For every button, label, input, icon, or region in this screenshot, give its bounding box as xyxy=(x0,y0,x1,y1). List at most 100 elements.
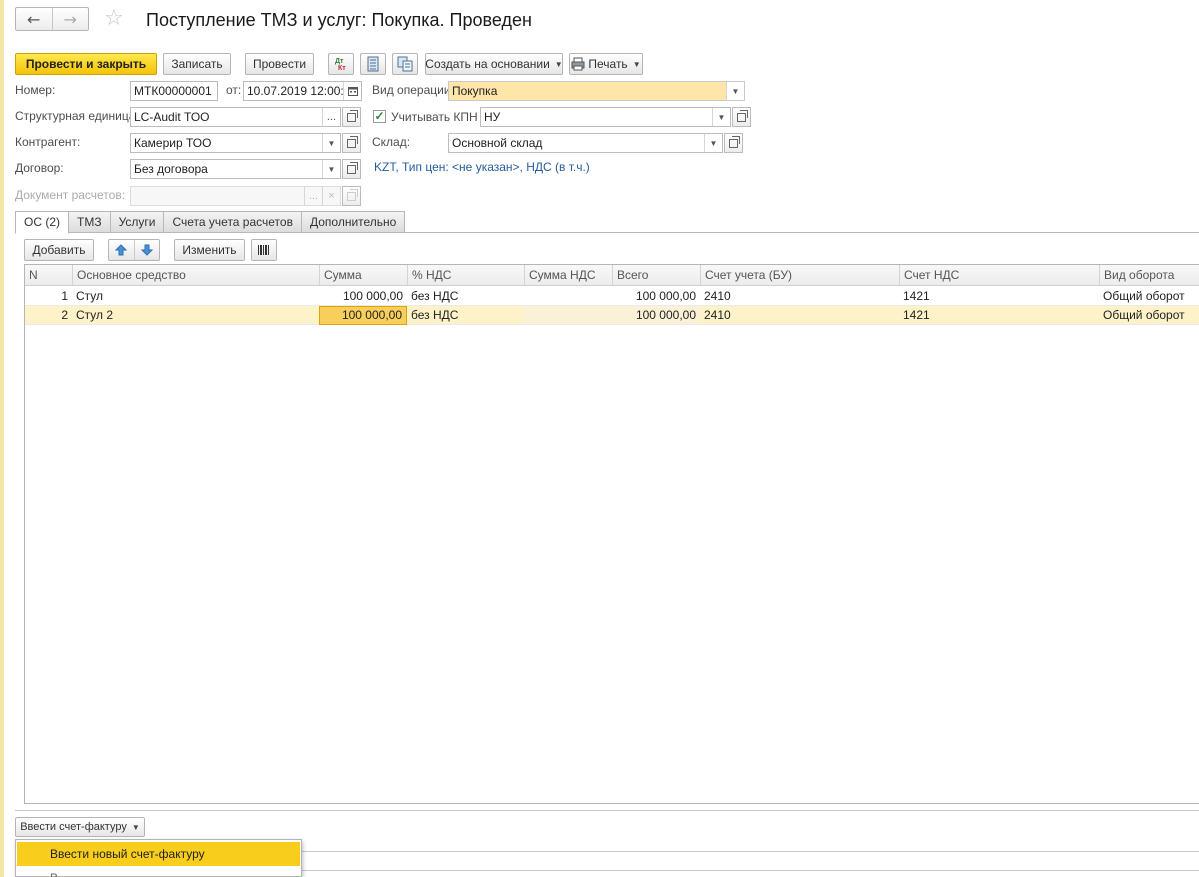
enter-invoice-button[interactable]: Ввести счет-фактуру ▼ xyxy=(15,817,145,837)
contractor-field[interactable]: Камерир ТОО ▼ xyxy=(130,133,341,153)
chevron-down-icon: ▼ xyxy=(554,59,563,69)
barcode-button[interactable] xyxy=(251,239,277,261)
select-ellipsis-icon[interactable]: ... xyxy=(322,108,340,126)
fixed-assets-table: N Основное средство Сумма % НДС Сумма НД… xyxy=(24,264,1199,804)
favorite-star-icon[interactable]: ☆ xyxy=(104,5,124,33)
back-arrow-icon[interactable]: ← xyxy=(16,8,52,30)
open-unit-button[interactable] xyxy=(342,107,361,127)
save-button[interactable]: Записать xyxy=(163,53,231,75)
open-icon xyxy=(729,135,740,148)
cell-sum[interactable]: 100 000,00 xyxy=(319,287,407,305)
post-and-close-button[interactable]: Провести и закрыть xyxy=(15,53,157,75)
divider xyxy=(300,870,1199,871)
cell-sum-current[interactable]: 100 000,00 xyxy=(319,306,407,325)
menu-item-2[interactable]: В… xyxy=(17,866,300,877)
move-down-button[interactable] xyxy=(133,240,160,260)
chevron-down-icon[interactable]: ▼ xyxy=(322,160,340,178)
menu-item-new-invoice[interactable]: Ввести новый счет-фактуру xyxy=(17,842,300,866)
cell-total[interactable]: 100 000,00 xyxy=(612,306,700,324)
unit-field[interactable]: LC-Audit ТОО ... xyxy=(130,107,341,127)
table-row[interactable]: 1 Стул 100 000,00 без НДС 100 000,00 241… xyxy=(25,287,1199,306)
structure-button[interactable] xyxy=(392,53,418,75)
cell-vat-rate[interactable]: без НДС xyxy=(407,287,524,305)
cell-vat-rate[interactable]: без НДС xyxy=(407,306,524,324)
edit-row-button[interactable]: Изменить xyxy=(174,239,245,261)
unit-value: LC-Audit ТОО xyxy=(134,110,210,124)
date-field[interactable]: 10.07.2019 12:00:0 xyxy=(243,81,362,101)
open-settlement-button xyxy=(342,186,361,206)
number-label: Номер: xyxy=(15,83,56,97)
arrow-down-icon xyxy=(140,244,153,256)
print-button[interactable]: Печать ▼ xyxy=(569,53,643,75)
add-row-button[interactable]: Добавить xyxy=(24,239,94,261)
tab-services[interactable]: Услуги xyxy=(110,211,165,233)
tab-bar: ОС (2) ТМЗ Услуги Счета учета расчетов Д… xyxy=(15,211,406,234)
col-vat-sum[interactable]: Сумма НДС xyxy=(524,265,612,285)
move-up-button[interactable] xyxy=(109,240,134,260)
print-label: Печать xyxy=(588,57,628,71)
col-asset[interactable]: Основное средство xyxy=(72,265,319,285)
warehouse-field[interactable]: Основной склад ▼ xyxy=(448,133,723,153)
create-based-on-button[interactable]: Создать на основании ▼ xyxy=(425,53,563,75)
tab-tmz[interactable]: ТМЗ xyxy=(69,211,111,233)
warehouse-label: Склад: xyxy=(372,135,411,149)
col-turnover[interactable]: Вид оборота xyxy=(1099,265,1199,285)
table-row[interactable]: 2 Стул 2 100 000,00 без НДС 100 000,00 2… xyxy=(25,306,1199,325)
chevron-down-icon[interactable]: ▼ xyxy=(712,108,730,126)
open-kpn-button[interactable] xyxy=(732,107,751,127)
cell-vat-sum[interactable] xyxy=(524,287,612,305)
post-button[interactable]: Провести xyxy=(245,53,314,75)
cell-account[interactable]: 2410 xyxy=(700,306,899,324)
col-sum[interactable]: Сумма xyxy=(319,265,407,285)
date-value: 10.07.2019 12:00:0 xyxy=(247,84,343,98)
open-contract-button[interactable] xyxy=(342,159,361,179)
svg-text:Кт: Кт xyxy=(338,65,346,72)
operation-label: Вид операции: xyxy=(372,83,454,97)
chevron-down-icon[interactable]: ▼ xyxy=(704,134,722,152)
open-icon xyxy=(347,135,358,148)
cell-vat-account[interactable]: 1421 xyxy=(899,306,1099,324)
cell-asset[interactable]: Стул xyxy=(72,287,319,305)
cell-turnover[interactable]: Общий оборот xyxy=(1099,287,1199,305)
col-n[interactable]: N xyxy=(25,265,72,285)
cell-vat-account[interactable]: 1421 xyxy=(899,287,1099,305)
page-title: Поступление ТМЗ и услуг: Покупка. Провед… xyxy=(146,10,532,30)
contract-value: Без договора xyxy=(134,162,208,176)
printer-icon xyxy=(571,57,585,71)
open-contractor-button[interactable] xyxy=(342,133,361,153)
settlement-value xyxy=(131,187,304,205)
date-label: от: xyxy=(226,83,242,97)
create-based-on-label: Создать на основании xyxy=(425,57,550,71)
contract-field[interactable]: Без договора ▼ xyxy=(130,159,341,179)
cell-vat-sum[interactable] xyxy=(524,306,612,324)
chevron-down-icon[interactable]: ▼ xyxy=(726,82,744,100)
hierarchy-icon xyxy=(397,56,413,72)
kpn-checkbox[interactable]: ✓ xyxy=(373,110,386,123)
contractor-label: Контрагент: xyxy=(15,135,81,149)
kpn-value: НУ xyxy=(484,110,501,124)
open-icon xyxy=(737,109,748,122)
col-account[interactable]: Счет учета (БУ) xyxy=(700,265,899,285)
document-list-icon xyxy=(367,56,379,72)
col-total[interactable]: Всего xyxy=(612,265,700,285)
tab-os[interactable]: ОС (2) xyxy=(15,211,69,234)
dt-kt-button[interactable]: Дт Кт xyxy=(328,53,354,75)
cell-account[interactable]: 2410 xyxy=(700,287,899,305)
tab-accounts[interactable]: Счета учета расчетов xyxy=(164,211,302,233)
forward-arrow-icon[interactable]: → xyxy=(51,8,89,30)
report-button[interactable] xyxy=(360,53,386,75)
open-warehouse-button[interactable] xyxy=(724,133,743,153)
tab-additional[interactable]: Дополнительно xyxy=(301,211,406,233)
cell-turnover[interactable]: Общий оборот xyxy=(1099,306,1199,324)
cell-total[interactable]: 100 000,00 xyxy=(612,287,700,305)
kpn-select[interactable]: НУ ▼ xyxy=(480,107,731,127)
chevron-down-icon[interactable]: ▼ xyxy=(322,134,340,152)
kpn-label: Учитывать КПН xyxy=(391,110,478,124)
col-vat-rate[interactable]: % НДС xyxy=(407,265,524,285)
calendar-icon[interactable] xyxy=(343,82,361,100)
price-type-link[interactable]: KZT, Тип цен: <не указан>, НДС (в т.ч.) xyxy=(374,157,590,177)
number-field[interactable]: МТК00000001 xyxy=(130,81,218,101)
col-vat-account[interactable]: Счет НДС xyxy=(899,265,1099,285)
cell-asset[interactable]: Стул 2 xyxy=(72,306,319,324)
operation-select[interactable]: Покупка ▼ xyxy=(448,81,745,101)
